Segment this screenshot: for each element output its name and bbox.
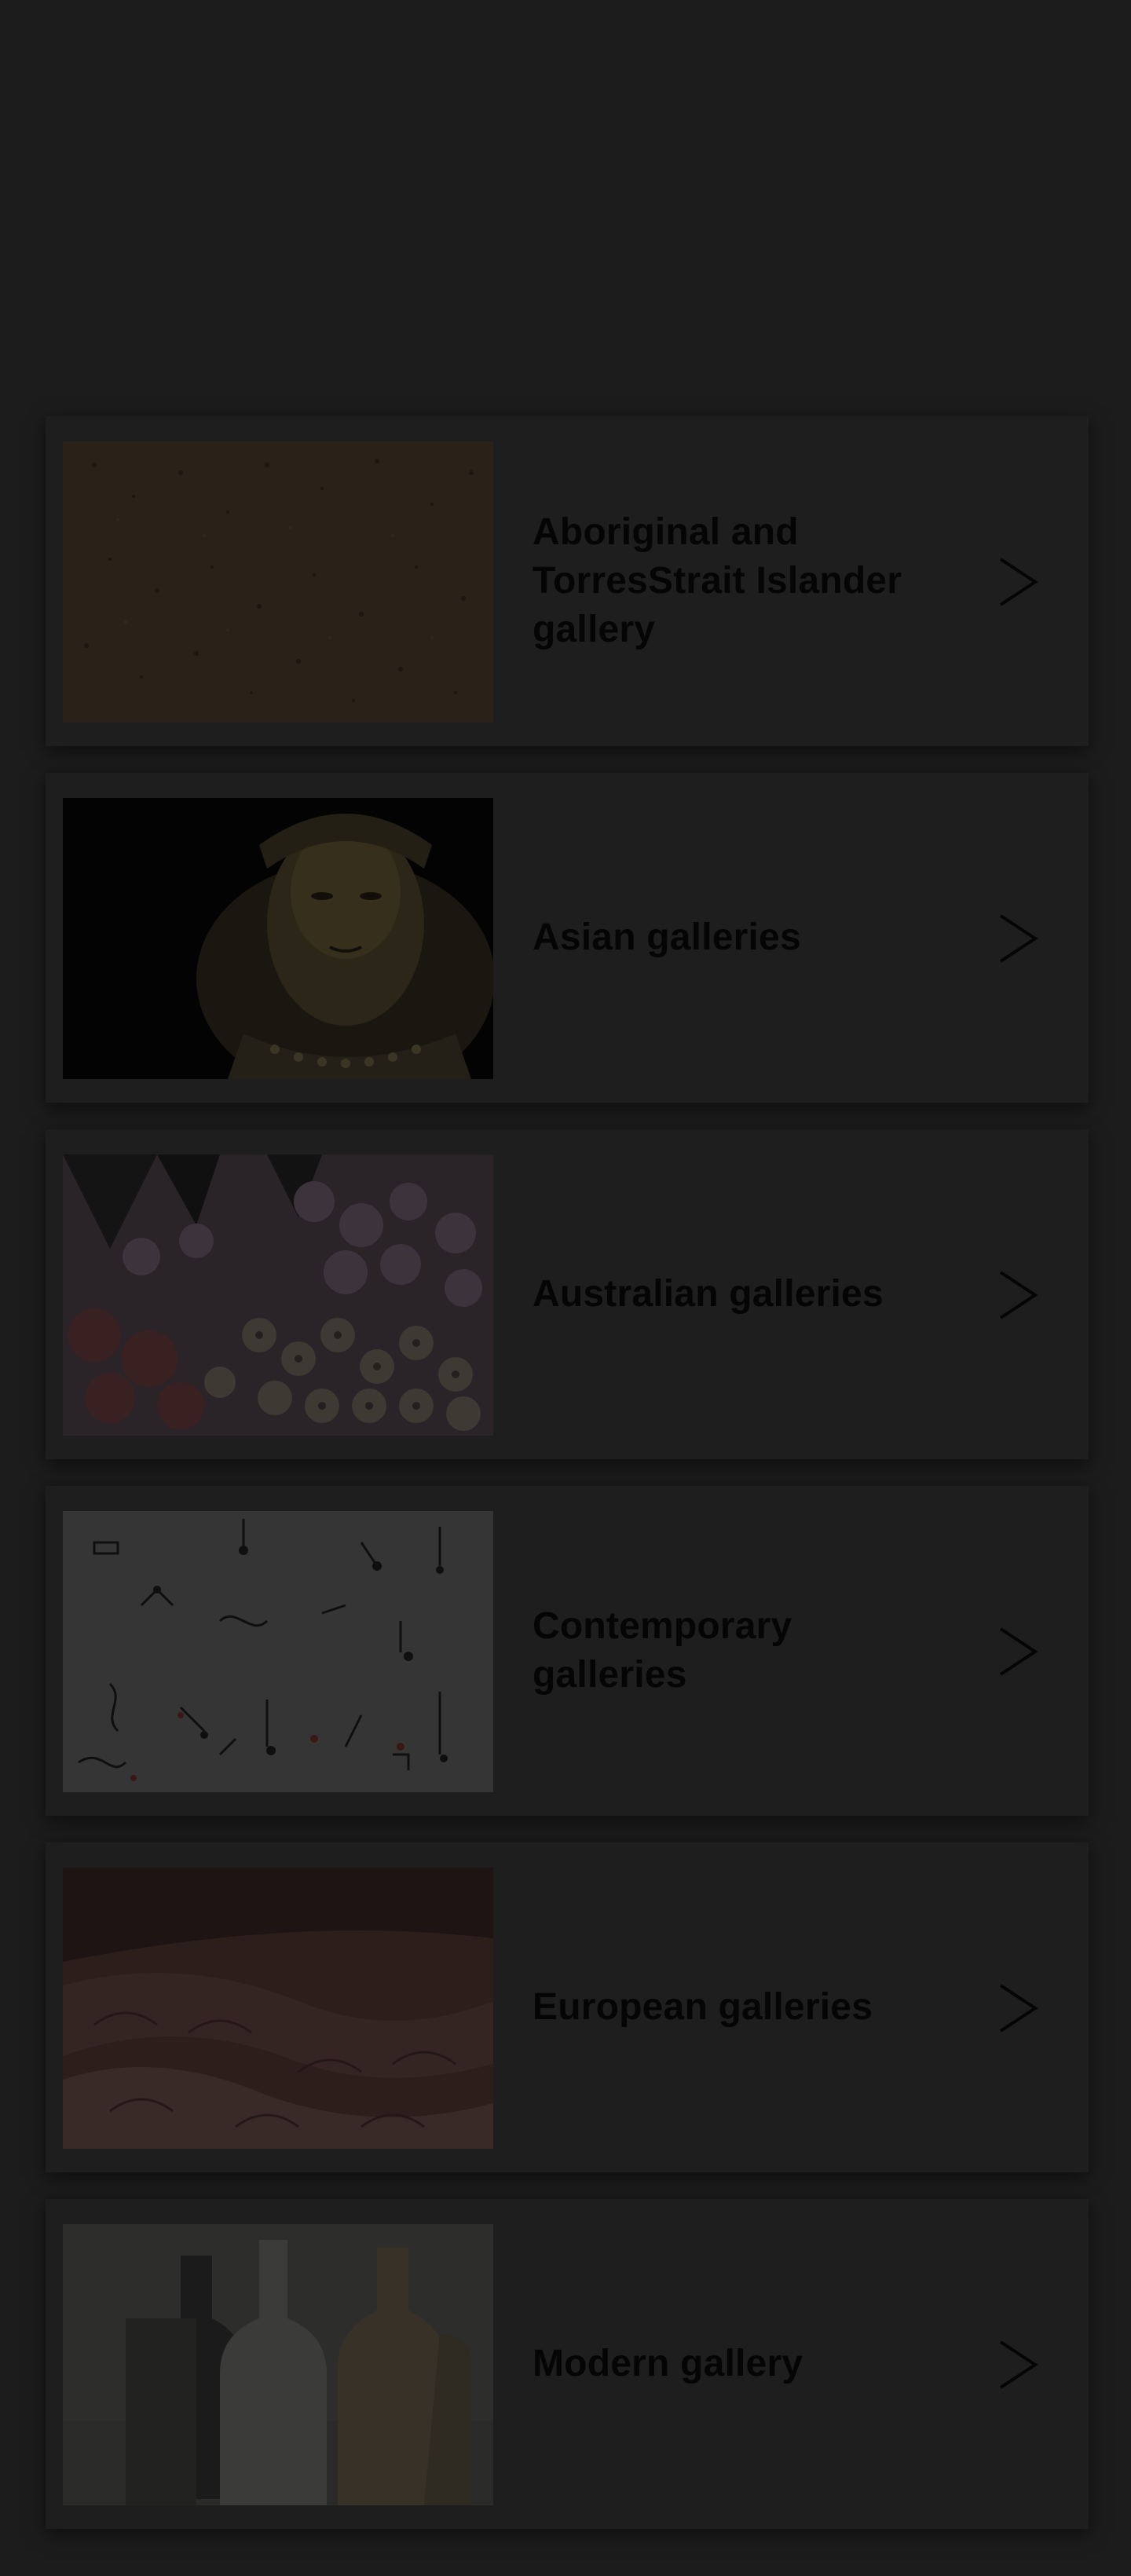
gallery-card-contemporary[interactable]: Contemporary galleries	[46, 1486, 1089, 1816]
gallery-card-asian[interactable]: Asian galleries	[46, 773, 1089, 1103]
gallery-card-european[interactable]: European galleries	[46, 1842, 1089, 2172]
gallery-image-bottles-still-life[interactable]	[63, 2224, 493, 2505]
gallery-title-modern[interactable]: Modern gallery	[533, 2199, 957, 2529]
gallery-image-buddha-statue[interactable]	[63, 798, 493, 1079]
chevron-right-icon[interactable]	[996, 1268, 1040, 1323]
gallery-title-contemporary[interactable]: Contemporary galleries	[533, 1486, 957, 1816]
gallery-card-modern[interactable]: Modern gallery	[46, 2199, 1089, 2529]
gallery-image-bark-texture[interactable]	[63, 441, 493, 723]
gallery-image-drapery-painting[interactable]	[63, 1868, 493, 2149]
gallery-card-australian[interactable]: Australian galleries	[46, 1129, 1089, 1459]
chevron-right-icon[interactable]	[996, 1981, 1040, 2036]
chevron-right-icon[interactable]	[996, 2337, 1040, 2392]
gallery-list: Aboriginal and TorresStrait Islander gal…	[46, 416, 1089, 2556]
gallery-title-australian[interactable]: Australian galleries	[533, 1129, 957, 1459]
gallery-title-european[interactable]: European galleries	[533, 1842, 957, 2172]
gallery-image-flower-painting[interactable]	[63, 1154, 493, 1436]
chevron-right-icon[interactable]	[996, 554, 1040, 609]
gallery-card-aboriginal[interactable]: Aboriginal and TorresStrait Islander gal…	[46, 416, 1089, 746]
gallery-title-asian[interactable]: Asian galleries	[533, 773, 957, 1103]
chevron-right-icon[interactable]	[996, 911, 1040, 966]
gallery-image-scattered-objects[interactable]	[63, 1511, 493, 1792]
gallery-title-aboriginal[interactable]: Aboriginal and TorresStrait Islander gal…	[533, 416, 957, 746]
chevron-right-icon[interactable]	[996, 1624, 1040, 1679]
